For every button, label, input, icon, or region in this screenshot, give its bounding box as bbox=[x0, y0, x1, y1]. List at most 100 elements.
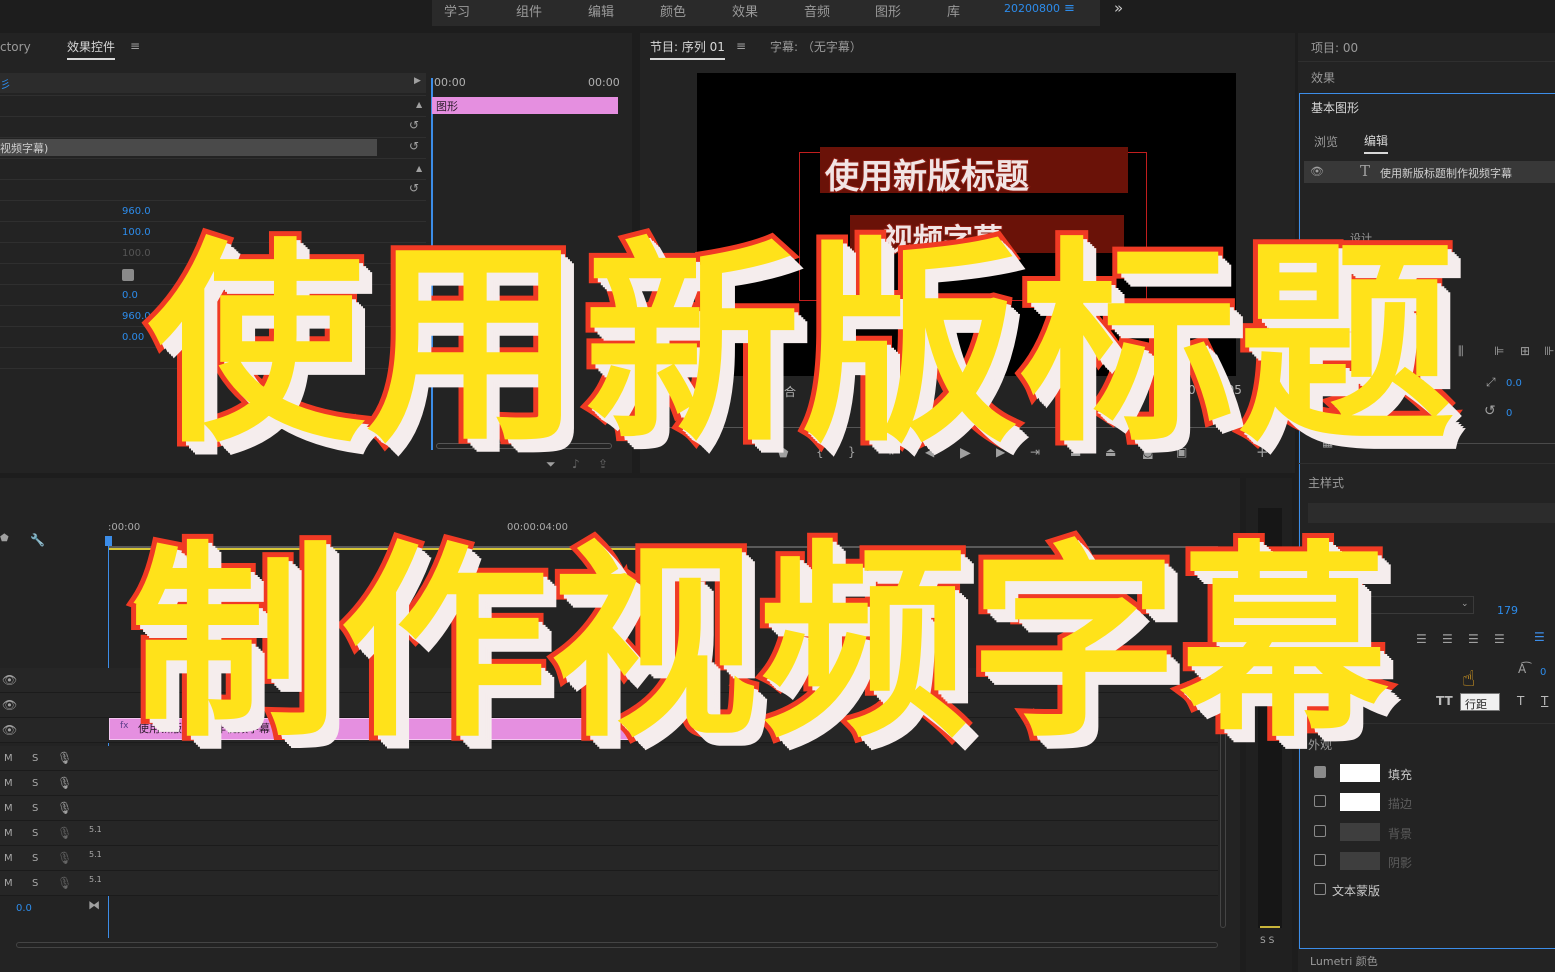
all-caps-button[interactable]: TT bbox=[1436, 694, 1453, 708]
effect-controls-tab[interactable]: 效果控件 bbox=[67, 38, 116, 60]
edit-tab[interactable]: 编辑 bbox=[1364, 132, 1389, 154]
lumetri-color-tab[interactable]: Lumetri 颜色 bbox=[1310, 953, 1378, 969]
stroke-swatch[interactable] bbox=[1340, 793, 1380, 811]
mute-toggle[interactable]: M bbox=[4, 803, 13, 814]
mini-timeline-clip[interactable]: 图形 bbox=[432, 97, 618, 114]
solo-toggle[interactable]: S bbox=[32, 828, 38, 839]
uniform-scale-checkbox[interactable] bbox=[122, 269, 134, 281]
audio-track-4[interactable] bbox=[0, 821, 1218, 846]
workspace-bar: 学习 组件 编辑 颜色 效果 音频 图形 库 20200800 ≡ bbox=[432, 0, 1100, 26]
tooltip-text: 行距 bbox=[1465, 698, 1487, 711]
audio-track-5[interactable] bbox=[0, 846, 1218, 871]
reset-icon[interactable]: ↺ bbox=[409, 119, 419, 131]
program-monitor-tab[interactable]: 节目: 序列 01 bbox=[650, 38, 725, 60]
captions-tab[interactable]: 字幕: （无字幕） bbox=[770, 38, 862, 55]
play-only-icon[interactable]: ▶ bbox=[414, 77, 421, 86]
rotate-icon: ↺ bbox=[1484, 403, 1496, 419]
reset-icon[interactable]: ↺ bbox=[409, 140, 419, 152]
shadow-swatch[interactable] bbox=[1340, 852, 1380, 870]
mute-toggle[interactable]: M bbox=[4, 878, 13, 889]
tracking-field[interactable]: 0 bbox=[1540, 667, 1546, 678]
workspace-tab-effects[interactable]: 效果 bbox=[732, 1, 758, 20]
master-end-icon[interactable]: ⧓ bbox=[88, 899, 100, 911]
overlay-title-line2: 制作视频字幕 bbox=[125, 519, 1393, 771]
mute-toggle[interactable]: M bbox=[4, 778, 13, 789]
source-text-field[interactable]: 视频字幕) bbox=[0, 139, 377, 156]
microphone-icon[interactable]: 🎙 bbox=[57, 777, 72, 789]
workspace-tab-assembly[interactable]: 组件 bbox=[516, 1, 542, 20]
cursor-hand-icon: ☝ bbox=[1462, 667, 1476, 692]
eye-icon[interactable]: 👁 bbox=[2, 724, 17, 736]
distribute-icon[interactable]: ⫼ bbox=[1458, 345, 1464, 357]
collapse-up-icon[interactable]: ▲ bbox=[416, 101, 422, 109]
align-right-icon[interactable]: ⊪ bbox=[1544, 345, 1554, 357]
project-tab[interactable]: 项目: 00 bbox=[1311, 39, 1358, 56]
solo-toggle[interactable]: S bbox=[32, 803, 38, 814]
align-icon[interactable]: ☰ bbox=[1494, 633, 1505, 645]
mute-toggle[interactable]: M bbox=[4, 828, 13, 839]
font-size-field[interactable]: 179 bbox=[1497, 604, 1518, 617]
scale-value[interactable]: 100.0 bbox=[122, 227, 151, 238]
align-left-icon[interactable]: ⊫ bbox=[1494, 345, 1504, 357]
align-icon[interactable]: ☰ bbox=[1416, 633, 1427, 645]
anchor-field[interactable]: 0.0 bbox=[1506, 378, 1522, 389]
position-x-value[interactable]: 960.0 bbox=[122, 206, 151, 217]
overlay-title-line1: 使用新版标题 bbox=[143, 215, 1459, 476]
background-checkbox[interactable] bbox=[1314, 825, 1326, 837]
workspace-tab-learn[interactable]: 学习 bbox=[444, 1, 470, 20]
mute-toggle[interactable]: M bbox=[4, 753, 13, 764]
playhead-handle[interactable] bbox=[105, 536, 112, 546]
microphone-icon[interactable]: 🎙 bbox=[57, 802, 72, 814]
workspace-menu-icon[interactable]: ≡ bbox=[1064, 1, 1075, 16]
background-swatch[interactable] bbox=[1340, 823, 1380, 841]
tooltip: 行距 bbox=[1460, 693, 1500, 711]
panel-menu-icon[interactable]: ≡ bbox=[736, 40, 746, 52]
stroke-checkbox[interactable] bbox=[1314, 795, 1326, 807]
text-mask-checkbox[interactable] bbox=[1314, 883, 1326, 895]
workspace-tab-color[interactable]: 颜色 bbox=[660, 1, 686, 20]
workspace-tab-libraries[interactable]: 库 bbox=[947, 1, 960, 20]
source-text-value: 视频字幕) bbox=[0, 142, 49, 155]
shadow-checkbox[interactable] bbox=[1314, 854, 1326, 866]
workspace-more-button[interactable]: » bbox=[1114, 0, 1123, 17]
align-icon[interactable]: ☰ bbox=[1468, 633, 1479, 645]
solo-toggle[interactable]: S bbox=[32, 753, 38, 764]
meter-solo-labels[interactable]: S S bbox=[1260, 936, 1274, 946]
workspace-tab-graphics[interactable]: 图形 bbox=[875, 1, 901, 20]
wrench-icon[interactable]: 🔧 bbox=[30, 534, 45, 546]
eye-icon[interactable]: 👁 bbox=[2, 674, 17, 686]
text-mask-label: 文本蒙版 bbox=[1332, 884, 1381, 898]
workspace-tab-audio[interactable]: 音频 bbox=[804, 1, 830, 20]
align-center-icon[interactable]: ⊞ bbox=[1520, 345, 1530, 357]
eye-icon[interactable]: 👁 bbox=[2, 699, 17, 711]
solo-toggle[interactable]: S bbox=[32, 853, 38, 864]
microphone-icon[interactable]: 🎙 bbox=[57, 827, 72, 839]
browse-tab[interactable]: 浏览 bbox=[1314, 133, 1338, 150]
anchor-x-value[interactable]: 960.0 bbox=[122, 311, 151, 322]
workspace-tab-editing[interactable]: 编辑 bbox=[588, 1, 614, 20]
microphone-icon[interactable]: 🎙 bbox=[57, 877, 72, 889]
solo-toggle[interactable]: S bbox=[32, 778, 38, 789]
rotation-value[interactable]: 0.0 bbox=[122, 290, 138, 301]
mute-toggle[interactable]: M bbox=[4, 853, 13, 864]
align-icon[interactable]: ☰ bbox=[1442, 633, 1453, 645]
effects-tab[interactable]: 效果 bbox=[1311, 69, 1335, 86]
microphone-icon[interactable]: 🎙 bbox=[57, 852, 72, 864]
timeline-horizontal-scrollbar[interactable] bbox=[16, 942, 1218, 948]
microphone-icon[interactable]: 🎙 bbox=[57, 752, 72, 764]
mini-timeline-end: 00:00 bbox=[588, 76, 620, 89]
justify-icon[interactable]: ☰ bbox=[1534, 631, 1545, 643]
inspector-tab[interactable]: ctory bbox=[0, 40, 31, 54]
flicker-value[interactable]: 0.00 bbox=[122, 332, 144, 343]
solo-toggle[interactable]: S bbox=[32, 878, 38, 889]
anchor-icon: ⤢ bbox=[1486, 375, 1496, 389]
marker-icon[interactable]: ⬟ bbox=[0, 534, 9, 544]
panel-menu-icon[interactable]: ≡ bbox=[130, 40, 140, 52]
workspace-tab-custom[interactable]: 20200800 bbox=[1004, 2, 1060, 15]
rotation-field[interactable]: 0 bbox=[1506, 408, 1512, 419]
subscript-button[interactable]: T bbox=[1517, 694, 1524, 708]
underline-button[interactable]: T bbox=[1541, 694, 1548, 708]
audio-track-6[interactable] bbox=[0, 871, 1218, 896]
master-volume-value[interactable]: 0.0 bbox=[16, 903, 32, 914]
audio-track-3[interactable] bbox=[0, 796, 1218, 821]
